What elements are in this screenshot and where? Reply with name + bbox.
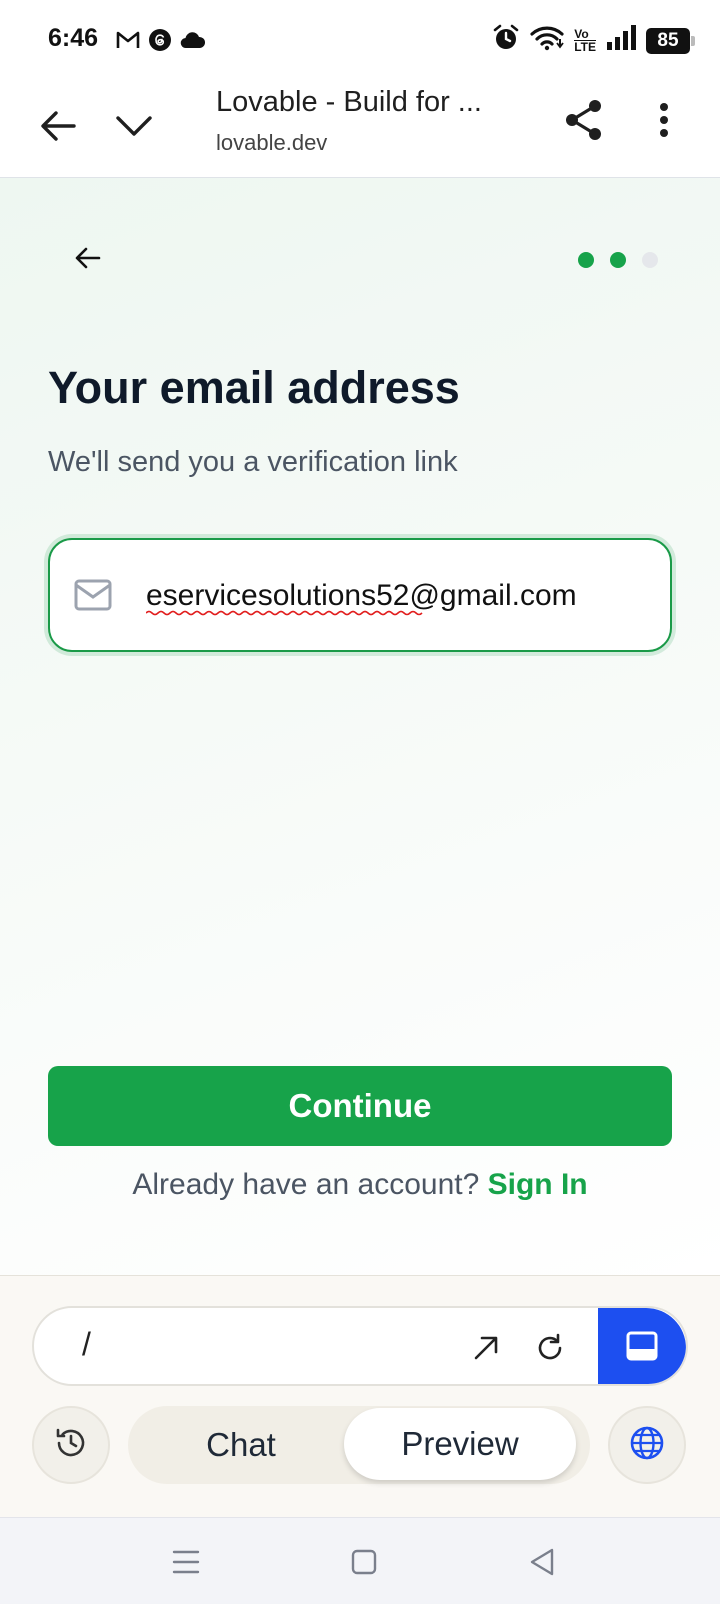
volte-label-bottom: LTE bbox=[574, 40, 596, 54]
battery-indicator: 85 bbox=[646, 27, 695, 54]
status-bar: 6:46 Vo LTE 85 bbox=[0, 0, 720, 82]
tab-preview[interactable]: Preview bbox=[344, 1408, 576, 1480]
signin-prompt-row: Already have an account? Sign In bbox=[0, 1168, 720, 1202]
progress-dot bbox=[578, 252, 594, 268]
globe-button[interactable] bbox=[608, 1406, 686, 1484]
cloud-icon bbox=[180, 31, 206, 54]
page-heading: Your email address bbox=[48, 362, 460, 413]
command-bar[interactable]: / bbox=[32, 1306, 688, 1386]
signin-prompt: Already have an account? bbox=[132, 1168, 480, 1201]
panel-layout-icon bbox=[626, 1331, 658, 1366]
share-icon[interactable] bbox=[560, 96, 608, 144]
system-icons: Vo LTE 85 bbox=[492, 24, 695, 57]
threads-icon bbox=[148, 28, 172, 57]
spellcheck-underline bbox=[146, 610, 423, 616]
more-menu-icon[interactable] bbox=[640, 96, 688, 144]
progress-dot bbox=[610, 252, 626, 268]
signin-link[interactable]: Sign In bbox=[488, 1168, 588, 1201]
page-subheading: We'll send you a verification link bbox=[48, 446, 458, 478]
history-icon bbox=[54, 1426, 88, 1465]
open-external-icon[interactable] bbox=[466, 1328, 506, 1368]
browser-toolbar: Lovable - Build for ... lovable.dev bbox=[0, 82, 720, 178]
arrow-left-icon bbox=[75, 246, 101, 275]
view-tabs: Chat Preview bbox=[128, 1406, 590, 1484]
signup-page: Your email address We'll send you a veri… bbox=[0, 178, 720, 1275]
system-nav-bar bbox=[0, 1517, 720, 1604]
volte-label-top: Vo bbox=[574, 27, 589, 41]
refresh-icon[interactable] bbox=[530, 1328, 570, 1368]
status-time: 6:46 bbox=[48, 24, 99, 52]
panel-toggle-button[interactable] bbox=[598, 1308, 686, 1384]
progress-dot bbox=[642, 252, 658, 268]
page-title: Lovable - Build for ... bbox=[216, 86, 482, 118]
alarm-icon bbox=[492, 24, 520, 57]
mail-icon bbox=[74, 579, 112, 616]
gmail-icon bbox=[116, 30, 140, 55]
back-button[interactable] bbox=[66, 238, 110, 282]
globe-icon bbox=[629, 1425, 665, 1466]
history-button[interactable] bbox=[32, 1406, 110, 1484]
email-field[interactable] bbox=[48, 538, 672, 652]
chevron-down-icon[interactable] bbox=[110, 102, 158, 150]
tab-chat[interactable]: Chat bbox=[128, 1406, 354, 1484]
command-text: / bbox=[82, 1326, 91, 1362]
step-progress-dots bbox=[578, 252, 658, 268]
volte-icon: Vo LTE bbox=[574, 28, 596, 53]
signal-icon bbox=[606, 25, 636, 56]
back-triangle-icon[interactable] bbox=[522, 1544, 562, 1580]
back-arrow-icon[interactable] bbox=[34, 102, 82, 150]
continue-button[interactable]: Continue bbox=[48, 1066, 672, 1146]
notification-icons bbox=[116, 28, 206, 57]
app-bottom-panel: / Chat Preview bbox=[0, 1275, 720, 1517]
page-url: lovable.dev bbox=[216, 130, 328, 155]
home-icon[interactable] bbox=[344, 1544, 384, 1580]
recents-menu-icon[interactable] bbox=[166, 1544, 206, 1580]
wifi-icon bbox=[530, 25, 564, 56]
